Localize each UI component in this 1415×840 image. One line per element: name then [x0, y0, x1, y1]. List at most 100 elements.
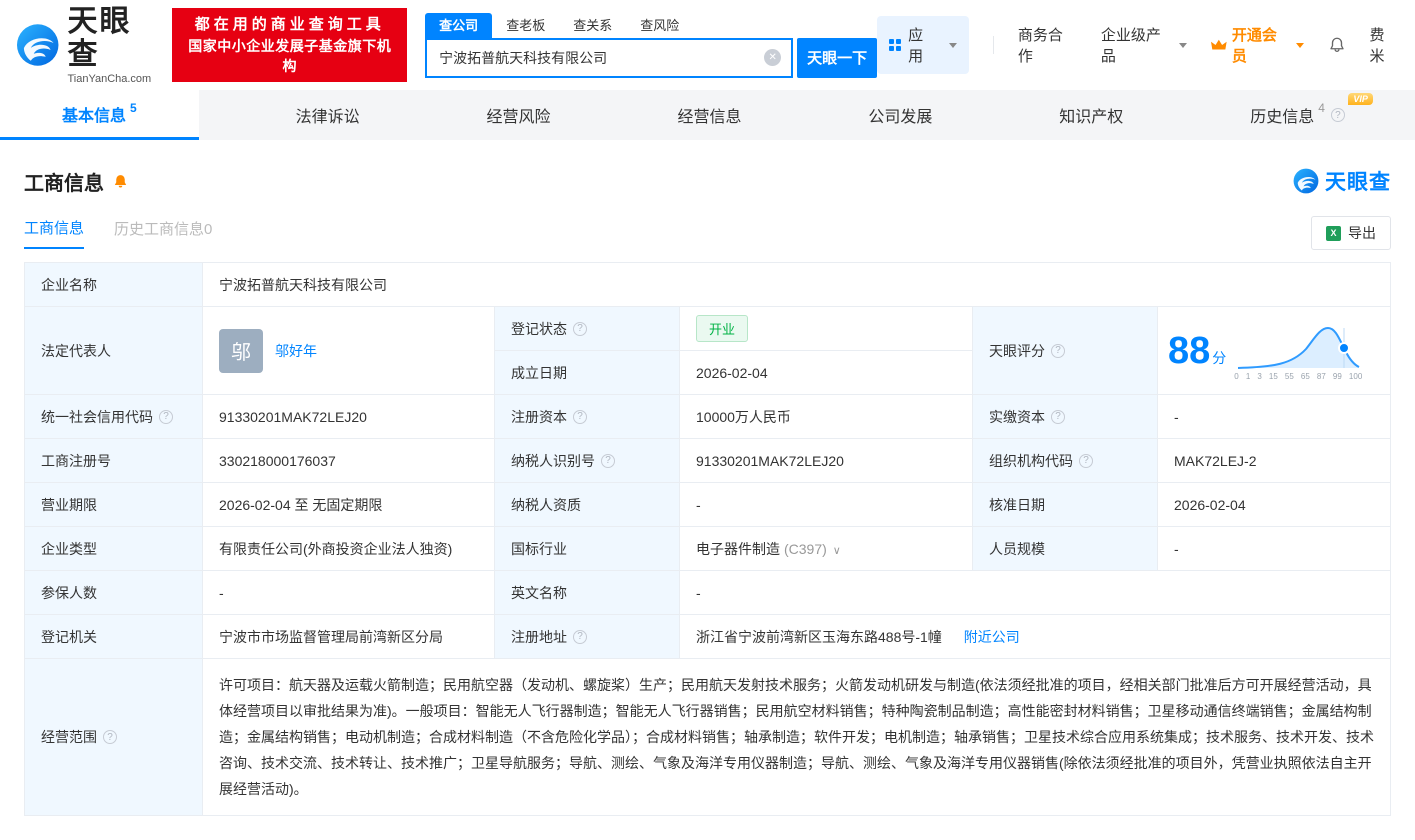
tianyancha-watermark-icon — [1293, 168, 1319, 194]
help-icon[interactable] — [601, 454, 615, 468]
search-tab-company[interactable]: 查公司 — [425, 13, 492, 38]
help-icon[interactable] — [1051, 410, 1065, 424]
menu-vip-label: 开通会员 — [1232, 24, 1291, 66]
help-icon[interactable] — [573, 410, 587, 424]
brand-watermark-text: 天眼查 — [1325, 166, 1391, 196]
reg-address-value: 浙江省宁波前湾新区玉海东路488号-1幢 附近公司 — [680, 615, 1391, 659]
logo-domain: TianYanCha.com — [67, 73, 162, 85]
menu-open-vip[interactable]: 开通会员 — [1211, 24, 1303, 66]
help-icon[interactable] — [1331, 108, 1345, 122]
menu-enterprise-products[interactable]: 企业级产品 — [1101, 24, 1187, 66]
nearby-companies-link[interactable]: 附近公司 — [964, 629, 1020, 645]
tab-operation-info[interactable]: 经营信息 — [647, 90, 771, 140]
search-tab-boss[interactable]: 查老板 — [492, 13, 559, 38]
slogan-line2: 国家中小企业发展子基金旗下机构 — [182, 36, 397, 76]
business-term-label: 营业期限 — [25, 483, 203, 527]
help-icon[interactable] — [573, 322, 587, 336]
search-button[interactable]: 天眼一下 — [797, 38, 877, 78]
subtab-history-business-info[interactable]: 历史工商信息0 — [114, 218, 212, 248]
top-header: 天眼查 TianYanCha.com 都在用的商业查询工具 国家中小企业发展子基… — [0, 0, 1415, 90]
company-type-label: 企业类型 — [25, 527, 203, 571]
search-box — [425, 38, 793, 78]
org-code-value: MAK72LEJ-2 — [1158, 439, 1391, 483]
score-value: 88分 0131555658799100 — [1158, 307, 1391, 395]
industry-value: 电子器件制造(C397) — [680, 527, 973, 571]
insured-count-label: 参保人数 — [25, 571, 203, 615]
taxpayer-id-label: 纳税人识别号 — [495, 439, 680, 483]
tab-basic-info-label: 基本信息 — [62, 102, 126, 126]
main-nav-tabs: 基本信息 5 法律诉讼 经营风险 经营信息 公司发展 知识产权 VIP 历史信息… — [0, 90, 1415, 140]
score-distribution-chart: 0131555658799100 — [1234, 321, 1362, 381]
reg-number-value: 330218000176037 — [203, 439, 495, 483]
top-menu: 应用 商务合作 企业级产品 开通会员 费米 — [877, 16, 1399, 74]
tab-basic-info[interactable]: 基本信息 5 — [0, 90, 199, 140]
main-content: 工商信息 天眼查 工商信息 历史工商信息0 导出 企业名称 宁波拓普航天科技有限… — [0, 166, 1415, 840]
row-company-name: 企业名称 宁波拓普航天科技有限公司 — [25, 263, 1391, 307]
row-credit-capital: 统一社会信用代码 91330201MAK72LEJ20 注册资本 10000万人… — [25, 395, 1391, 439]
clear-search-icon[interactable] — [764, 49, 781, 66]
tab-intellectual-property[interactable]: 知识产权 — [1029, 90, 1153, 140]
company-name-value: 宁波拓普航天科技有限公司 — [203, 263, 1391, 307]
slogan-line1: 都在用的商业查询工具 — [182, 14, 397, 36]
row-insured-english: 参保人数 - 英文名称 - — [25, 571, 1391, 615]
sub-tabs: 工商信息 历史工商信息0 导出 — [24, 216, 1391, 250]
tab-legal-proceedings-label: 法律诉讼 — [296, 103, 360, 127]
legal-rep-link[interactable]: 邬好年 — [275, 341, 317, 361]
score-label: 天眼评分 — [973, 307, 1158, 395]
tab-history-info[interactable]: VIP 历史信息 4 — [1220, 90, 1375, 140]
insured-count-value: - — [203, 571, 495, 615]
staff-size-label: 人员规模 — [973, 527, 1158, 571]
logo-text: 天眼查 — [67, 5, 162, 71]
chevron-down-icon[interactable] — [833, 545, 841, 557]
menu-enterprise-label: 企业级产品 — [1101, 24, 1174, 66]
help-icon[interactable] — [103, 730, 117, 744]
subtab-business-info[interactable]: 工商信息 — [24, 217, 84, 249]
subscribe-bell-icon[interactable] — [112, 173, 129, 190]
tianyancha-logo[interactable]: 天眼查 TianYanCha.com — [16, 5, 162, 85]
taxpayer-id-value: 91330201MAK72LEJ20 — [680, 439, 973, 483]
business-scope-label: 经营范围 — [25, 659, 203, 816]
english-name-value: - — [680, 571, 1391, 615]
status-badge: 开业 — [696, 315, 748, 342]
tab-history-info-label: 历史信息 — [1250, 103, 1314, 127]
crown-icon — [1211, 38, 1227, 52]
reg-capital-label: 注册资本 — [495, 395, 680, 439]
tab-operation-risk[interactable]: 经营风险 — [457, 90, 581, 140]
business-info-table: 企业名称 宁波拓普航天科技有限公司 法定代表人 邬 邬好年 登记状态 开业 天眼… — [24, 262, 1391, 816]
tab-company-development[interactable]: 公司发展 — [838, 90, 962, 140]
tab-operation-info-label: 经营信息 — [677, 103, 741, 127]
help-icon[interactable] — [573, 630, 587, 644]
help-icon[interactable] — [1051, 344, 1065, 358]
search-tab-risk[interactable]: 查风险 — [626, 13, 693, 38]
excel-icon — [1326, 226, 1341, 241]
org-code-label: 组织机构代码 — [973, 439, 1158, 483]
notifications-bell-icon[interactable] — [1328, 36, 1346, 54]
company-type-value: 有限责任公司(外商投资企业法人独资) — [203, 527, 495, 571]
menu-user-feimi[interactable]: 费米 — [1370, 24, 1399, 66]
search-tab-relation[interactable]: 查关系 — [559, 13, 626, 38]
vip-badge: VIP — [1348, 93, 1373, 105]
score-axis-labels: 0131555658799100 — [1234, 372, 1362, 381]
apps-grid-icon — [889, 39, 901, 51]
slogan-banner: 都在用的商业查询工具 国家中小企业发展子基金旗下机构 — [172, 8, 407, 82]
menu-cooperation[interactable]: 商务合作 — [1018, 24, 1077, 66]
legal-rep-value: 邬 邬好年 — [203, 307, 495, 395]
export-button[interactable]: 导出 — [1311, 216, 1391, 250]
business-term-value: 2026-02-04 至 无固定期限 — [203, 483, 495, 527]
help-icon[interactable] — [1079, 454, 1093, 468]
row-authority-address: 登记机关 宁波市市场监督管理局前湾新区分局 注册地址 浙江省宁波前湾新区玉海东路… — [25, 615, 1391, 659]
paid-capital-label: 实缴资本 — [973, 395, 1158, 439]
tab-history-info-count: 4 — [1318, 101, 1325, 115]
search-area: 查公司 查老板 查关系 查风险 天眼一下 — [425, 13, 877, 78]
tab-legal-proceedings[interactable]: 法律诉讼 — [266, 90, 390, 140]
legal-rep-avatar[interactable]: 邬 — [219, 329, 263, 373]
score-number: 88分 — [1168, 332, 1226, 370]
tab-intellectual-property-label: 知识产权 — [1059, 103, 1123, 127]
help-icon[interactable] — [159, 410, 173, 424]
apps-menu[interactable]: 应用 — [877, 16, 969, 74]
approval-date-value: 2026-02-04 — [1158, 483, 1391, 527]
search-input[interactable] — [427, 50, 764, 66]
industry-code: (C397) — [784, 541, 827, 557]
company-name-label: 企业名称 — [25, 263, 203, 307]
row-term-approval: 营业期限 2026-02-04 至 无固定期限 纳税人资质 - 核准日期 202… — [25, 483, 1391, 527]
